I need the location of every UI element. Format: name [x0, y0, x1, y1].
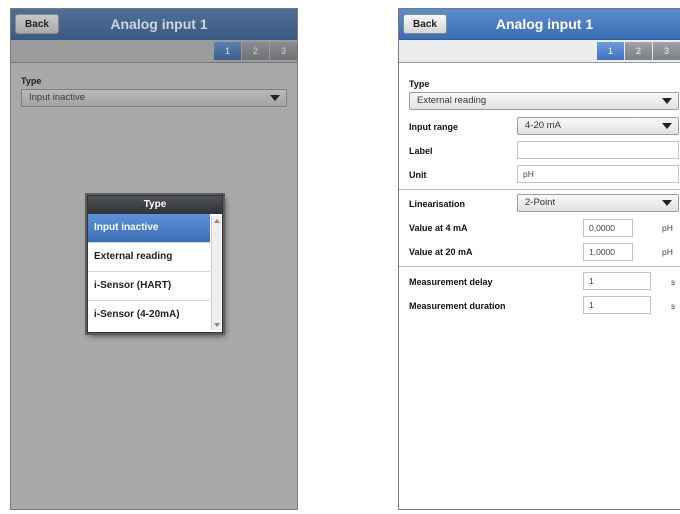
popup-option-i-sensor-4-20ma[interactable]: i-Sensor (4-20mA)	[88, 301, 210, 329]
measurement-duration-unit: s	[671, 301, 676, 311]
type-popup: Type Input inactive External reading i-S…	[87, 195, 223, 333]
dropdown-arrow-icon	[662, 98, 672, 104]
tab-2[interactable]: 2	[625, 42, 652, 60]
type-select[interactable]: Input inactive	[21, 89, 287, 107]
divider	[399, 266, 680, 267]
popup-scrollbar[interactable]	[211, 216, 221, 330]
measurement-delay-label: Measurement delay	[409, 277, 493, 287]
right-screen: Back Analog input 1 1 2 3 Type External …	[398, 8, 680, 510]
value-4ma-unit: pH	[662, 223, 673, 233]
type-select[interactable]: External reading	[409, 92, 679, 110]
type-select-value: Input inactive	[29, 92, 85, 103]
measurement-delay-unit: s	[671, 277, 676, 287]
page-title: Analog input 1	[495, 16, 594, 32]
tab-3[interactable]: 3	[653, 42, 680, 60]
tab-2[interactable]: 2	[242, 42, 269, 60]
input-range-label: Input range	[409, 122, 458, 132]
value-20ma-unit: pH	[662, 247, 673, 257]
tab-1[interactable]: 1	[214, 42, 241, 60]
value-20ma-input[interactable]: 1,0000	[583, 243, 633, 261]
popup-title: Type	[88, 196, 222, 214]
title-bar: Back Analog input 1	[11, 9, 297, 40]
type-label: Type	[21, 76, 42, 86]
tab-bar: 1 2 3	[399, 40, 680, 63]
value-20ma-label: Value at 20 mA	[409, 247, 473, 257]
linearisation-label: Linearisation	[409, 199, 466, 209]
input-range-select[interactable]: 4-20 mA	[517, 117, 679, 135]
popup-option-input-inactive[interactable]: Input inactive	[88, 214, 210, 243]
linearisation-value: 2-Point	[525, 197, 556, 208]
measurement-delay-input[interactable]: 1	[583, 272, 651, 290]
dropdown-arrow-icon	[662, 200, 672, 206]
divider	[399, 189, 680, 190]
scroll-up-icon	[214, 219, 220, 223]
type-label: Type	[409, 79, 430, 89]
page-title: Analog input 1	[110, 16, 208, 32]
tab-1[interactable]: 1	[597, 42, 624, 60]
label-label: Label	[409, 146, 433, 156]
label-input[interactable]	[517, 141, 679, 159]
popup-option-external-reading[interactable]: External reading	[88, 243, 210, 272]
unit-input[interactable]: pH	[517, 165, 679, 183]
dropdown-arrow-icon	[270, 95, 280, 101]
back-button[interactable]: Back	[15, 14, 59, 34]
dropdown-arrow-icon	[662, 123, 672, 129]
back-button[interactable]: Back	[403, 14, 447, 34]
type-select-value: External reading	[417, 95, 487, 106]
input-range-value: 4-20 mA	[525, 120, 561, 131]
scroll-down-icon	[214, 323, 220, 327]
tab-bar: 1 2 3	[11, 40, 297, 63]
measurement-duration-input[interactable]: 1	[583, 296, 651, 314]
measurement-duration-label: Measurement duration	[409, 301, 506, 311]
value-4ma-label: Value at 4 mA	[409, 223, 468, 233]
linearisation-select[interactable]: 2-Point	[517, 194, 679, 212]
title-bar: Back Analog input 1	[399, 9, 680, 40]
left-screen: Back Analog input 1 1 2 3 Type Input ina…	[10, 8, 298, 510]
popup-option-i-sensor-hart[interactable]: i-Sensor (HART)	[88, 272, 210, 301]
value-4ma-input[interactable]: 0,0000	[583, 219, 633, 237]
tab-3[interactable]: 3	[270, 42, 297, 60]
unit-label: Unit	[409, 170, 427, 180]
